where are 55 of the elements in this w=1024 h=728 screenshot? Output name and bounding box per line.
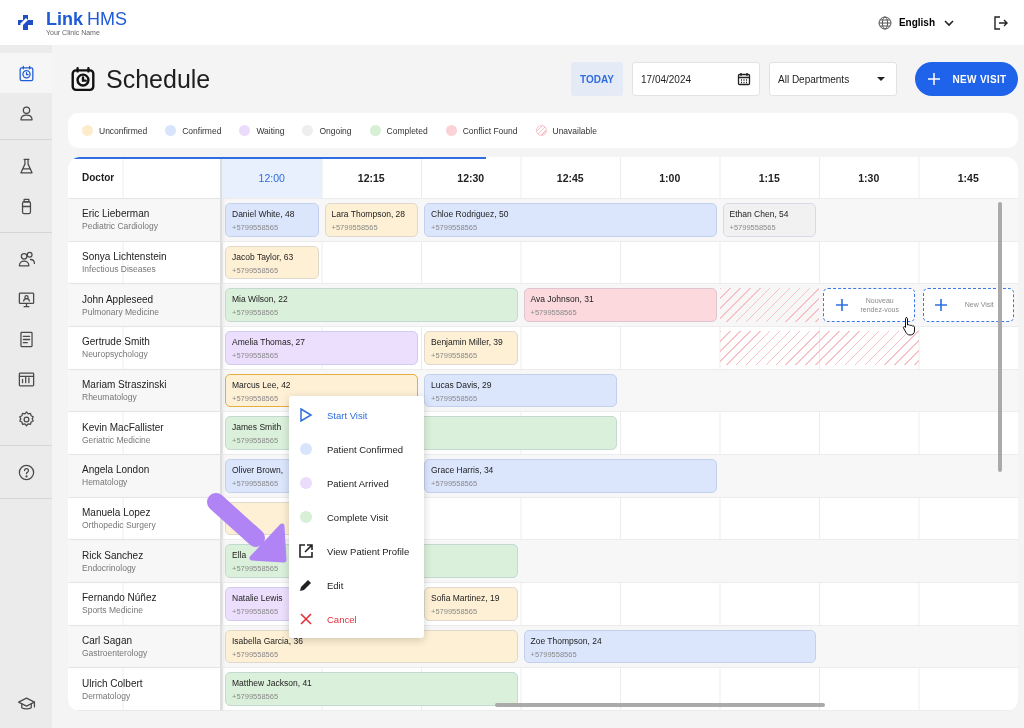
doctor-specialty: Sports Medicine xyxy=(82,605,144,616)
doctor-name: Eric Lieberman xyxy=(82,208,151,220)
legend-label: Unconfirmed xyxy=(99,125,148,136)
doctor-name: John Appleseed xyxy=(82,293,155,305)
patient-name: Ella xyxy=(232,550,247,561)
doctor-specialty: Endocrinology xyxy=(82,562,137,573)
doctor-specialty: Gastroenterology xyxy=(82,647,149,658)
patient-name: Amelia Thomas, 27 xyxy=(232,336,306,347)
doctor-name: Kevin MacFallister xyxy=(82,421,165,433)
patient-name: Marcus Lee, 42 xyxy=(232,379,291,390)
doctor-name: Carl Sagan xyxy=(82,634,134,646)
doctor-specialty: Pediatric Cardiology xyxy=(82,221,160,232)
legend-label: Confirmed xyxy=(182,125,222,136)
patient-name: Lucas Davis, 29 xyxy=(431,379,492,390)
page-title: Schedule xyxy=(106,64,211,94)
logo-text: HMS xyxy=(87,9,127,28)
doctor-specialty: Geriatric Medicine xyxy=(82,434,152,445)
patient-name: Ava Johnson, 31 xyxy=(530,294,594,305)
doctor-name: Fernando Núñez xyxy=(82,592,158,604)
doctor-name: Ulrich Colbert xyxy=(82,677,144,689)
patient-name: Benjamin Miller, 39 xyxy=(431,336,503,347)
doctor-specialty: Infectious Diseases xyxy=(82,264,157,274)
doctor-name: Rick Sanchez xyxy=(82,549,145,561)
patient-name: Jacob Taylor, 63 xyxy=(232,251,294,262)
legend-label: Ongoing xyxy=(319,125,352,136)
doctor-name: Sonya Lichtenstein xyxy=(82,251,168,262)
doctor-specialty: Pulmonary Medicine xyxy=(82,306,160,317)
doctor-name: Manuela Lopez xyxy=(82,506,152,518)
doctor-specialty: Orthopedic Surgery xyxy=(82,519,157,530)
patient-name: Lara Thompson, 28 xyxy=(331,209,406,219)
patient-name: James Smith xyxy=(232,422,282,433)
patient-name: Ethan Chen, 54 xyxy=(729,209,789,219)
patient-name: Oliver Brown, xyxy=(232,464,283,475)
doctor-specialty: Hematology xyxy=(82,477,129,488)
patient-name: Grace Harris, 34 xyxy=(431,464,494,475)
legend-label: Unavailable xyxy=(552,125,597,136)
patient-name: Chloe Rodriguez, 50 xyxy=(431,209,509,219)
doctor-name: Angela London xyxy=(82,464,151,476)
patient-name: Sofia Martinez, 19 xyxy=(431,592,500,603)
column-header: Doctor xyxy=(82,172,116,183)
patient-name: Natalie Lewis xyxy=(232,592,283,603)
legend-label: Conflict Found xyxy=(462,125,518,136)
patient-name: Mia Wilson, 22 xyxy=(232,294,288,305)
legend-label: Completed xyxy=(386,125,428,136)
doctor-specialty: Rheumatology xyxy=(82,391,138,402)
doctor-name: Mariam Straszinski xyxy=(82,378,168,390)
patient-name: Zoe Thompson, 24 xyxy=(530,635,602,646)
legend-label: Waiting xyxy=(256,125,285,136)
doctor-specialty: Neuropsychology xyxy=(82,349,149,360)
doctor-name: Gertrude Smith xyxy=(82,336,151,348)
logo-text: Link xyxy=(46,9,83,28)
patient-name: Matthew Jackson, 41 xyxy=(232,678,312,689)
patient-name: Isabella Garcia, 36 xyxy=(232,635,303,646)
patient-name: Daniel White, 48 xyxy=(232,209,295,219)
doctor-specialty: Dermatology xyxy=(82,690,132,701)
